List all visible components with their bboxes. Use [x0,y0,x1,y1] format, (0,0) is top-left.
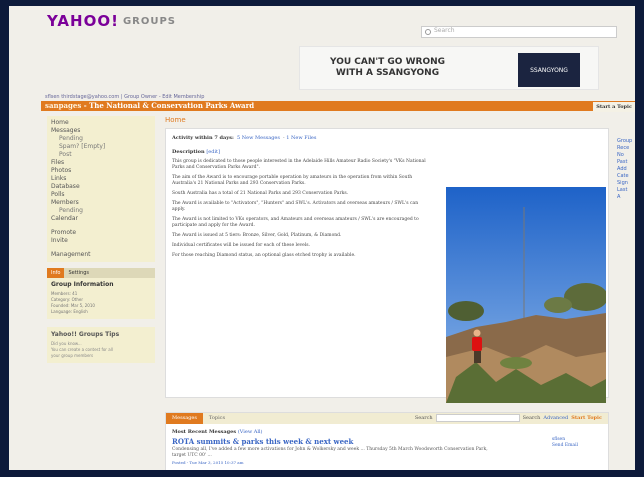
message-author: sflsen Send Email [552,437,578,449]
activity-label: Activity within 7 days: [172,135,234,141]
start-topic-link[interactable]: Start Topic [571,415,602,421]
tab-topics[interactable]: Topics [203,413,231,424]
sidebar-nav: Home Messages Pending Spam? [Empty] Post File… [47,116,155,262]
right-column-item[interactable]: No [617,152,635,159]
sidebar-item-invite[interactable]: Invite [51,237,151,245]
right-column-item[interactable]: Last [617,187,635,194]
tab-settings[interactable]: Settings [64,270,93,276]
yahoo-logo[interactable]: YAHOO! [47,12,119,30]
sidebar-item-spam-empty[interactable]: Spam? [Empty] [51,143,151,151]
right-column-item[interactable]: Cate [617,173,635,180]
group-photo [446,187,606,403]
main-content: Home Activity within 7 days: 5 New Messa… [165,116,609,470]
group-name-link[interactable]: sanpages [45,101,81,110]
messages-panel: Messages Topics Search Search Advanced S… [165,412,609,470]
messages-tabs: Messages Topics Search Search Advanced S… [166,413,608,424]
group-info-box: Info Settings Group Information Members:… [47,268,155,319]
sidebar-item-promote[interactable]: Promote [51,229,151,237]
message-preview: Condensing all, I've added a few more ac… [172,447,488,458]
breadcrumb[interactable]: sflsen thirdstage@yahoo.com | Group Owne… [45,94,204,100]
advertisement-banner[interactable]: YOU CAN'T GO WRONG WITH A SSANGYONG SSAN… [299,46,599,90]
tips-title: Yahoo!! Groups Tips [51,331,120,338]
description-heading: Description [edit] [172,149,602,155]
message-search-label: Search [414,415,433,421]
info-title: Group Information [51,281,114,288]
message-meta[interactable]: Posted - Tue Mar 3, 2015 10:37 am [166,460,608,465]
advanced-search-link[interactable]: Advanced [543,415,568,421]
page-title: - The National & Conservation Parks Awar… [81,101,255,110]
tab-info[interactable]: Info [47,268,65,278]
search-placeholder: Search [434,27,455,34]
message-author-email[interactable]: Send Email [552,443,578,449]
sidebar-item-post[interactable]: Post [51,151,151,159]
description-paragraph: The Award is issued at 5 tiers: Bronze, … [172,233,342,238]
start-topic-button[interactable]: Start a Topic [593,102,635,112]
right-column-item[interactable]: Group [617,138,635,145]
new-messages-link[interactable]: 5 New Messages [237,135,280,141]
description-paragraph: For those reaching Diamond status, an op… [172,253,356,258]
sidebar-item-pending[interactable]: Pending [51,135,151,143]
view-all-link[interactable]: (View All) [238,429,263,435]
sidebar-item-pending[interactable]: Pending [51,207,151,215]
description-paragraph: This group is dedicated to those people … [172,159,426,170]
group-title-bar: sanpages - The National & Conservation P… [41,101,635,112]
recent-messages-label: Most Recent Messages [172,429,237,435]
sidebar-item-messages[interactable]: Messages [51,127,151,135]
message-search: Search Search Advanced Start Topic [415,414,602,422]
sidebar: Home Messages Pending Spam? [Empty] Post File… [47,116,155,363]
description-paragraph: Individual certificates will be issued f… [172,243,311,248]
sidebar-item-files[interactable]: Files [51,159,151,167]
tab-messages[interactable]: Messages [166,413,203,424]
info-tabs: Info Settings [47,268,155,278]
description-edit-link[interactable]: [edit] [206,149,220,155]
ad-brand-text: SSANGYONG [530,66,568,74]
ad-headline-line1: YOU CAN'T GO WRONG [330,57,446,67]
description-paragraph: The Award is not limited to VKs operator… [172,217,419,228]
group-photo-image [446,187,606,403]
right-column-item[interactable]: Sign [617,180,635,187]
sidebar-item-links[interactable]: Links [51,175,151,183]
description-label: Description [172,149,205,155]
sidebar-item-calendar[interactable]: Calendar [51,215,151,223]
groups-logo[interactable]: GROUPS [123,16,176,27]
new-files-link[interactable]: 1 New Files [286,135,316,141]
right-column: Group Rece No Past Add Cate Sign Last A [617,138,635,201]
ad-headline: YOU CAN'T GO WRONG WITH A SSANGYONG [330,57,445,79]
activity-summary: Activity within 7 days: 5 New Messages ·… [172,135,317,141]
right-column-item[interactable]: Past [617,159,635,166]
right-column-item[interactable]: Add [617,166,635,173]
search-input[interactable]: Search [421,26,617,38]
sidebar-item-members[interactable]: Members [51,199,151,207]
browser-frame: YAHOO! GROUPS Search YOU CAN'T GO WRONG … [9,6,635,470]
description-paragraph: South Australia has a total of 21 Nation… [172,191,349,196]
sidebar-item-home[interactable]: Home [51,119,151,127]
sidebar-item-photos[interactable]: Photos [51,167,151,175]
right-column-item[interactable]: Rece [617,145,635,152]
message-title-link[interactable]: ROTA summits & parks this week & next we… [166,437,608,446]
ad-headline-line2: WITH A SSANGYONG [335,68,440,78]
recent-messages-heading: Most Recent Messages (View All) [166,424,608,437]
sidebar-item-database[interactable]: Database [51,183,151,191]
description-panel: Activity within 7 days: 5 New Messages ·… [165,128,609,403]
search-icon [425,29,431,35]
info-line: Language: English [51,309,88,314]
right-column-item[interactable]: A [617,194,635,201]
description-paragraph: The Award is available to "Activators", … [172,201,419,212]
sidebar-item-management[interactable]: Management [51,251,151,259]
message-search-input[interactable] [435,414,520,422]
groups-tips-box: Yahoo!! Groups Tips Did you know... You c… [47,327,155,363]
sidebar-item-polls[interactable]: Polls [51,191,151,199]
ad-brand-logo: SSANGYONG [518,53,580,87]
description-paragraph: The aim of the Award is to encourage por… [172,175,413,186]
home-heading[interactable]: Home [165,116,609,124]
tips-line: your group members [51,353,94,358]
message-search-button[interactable]: Search [523,415,541,421]
